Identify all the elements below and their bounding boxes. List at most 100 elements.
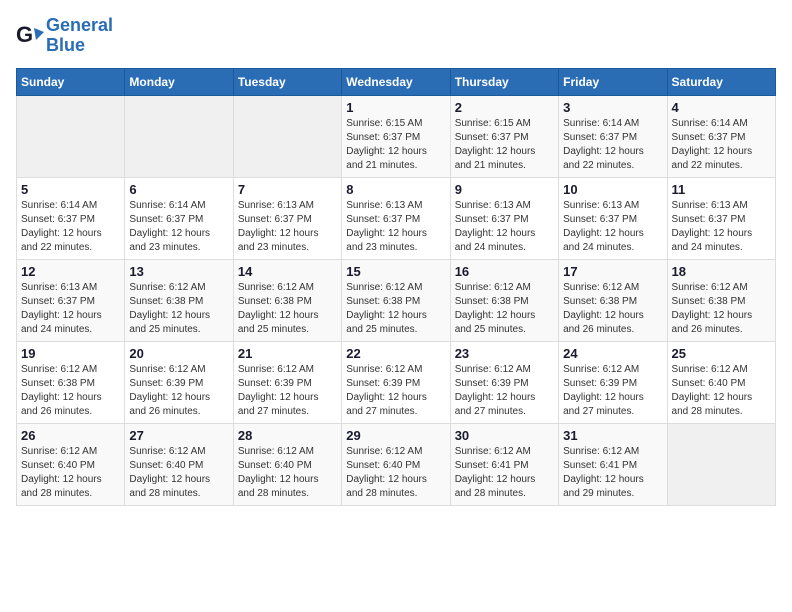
calendar-cell: 8 Sunrise: 6:13 AMSunset: 6:37 PMDaylight… bbox=[342, 177, 450, 259]
day-info: Sunrise: 6:12 AMSunset: 6:41 PMDaylight:… bbox=[563, 445, 662, 501]
day-number: 9 bbox=[455, 182, 554, 197]
day-number: 17 bbox=[563, 264, 662, 279]
day-info: Sunrise: 6:13 AMSunset: 6:37 PMDaylight:… bbox=[21, 281, 120, 337]
calendar-cell: 10 Sunrise: 6:13 AMSunset: 6:37 PMDayligh… bbox=[559, 177, 667, 259]
logo-text: GeneralBlue bbox=[46, 16, 113, 56]
day-info: Sunrise: 6:12 AMSunset: 6:39 PMDaylight:… bbox=[129, 363, 228, 419]
day-info: Sunrise: 6:12 AMSunset: 6:38 PMDaylight:… bbox=[238, 281, 337, 337]
day-info: Sunrise: 6:13 AMSunset: 6:37 PMDaylight:… bbox=[455, 199, 554, 255]
weekday-friday: Friday bbox=[559, 68, 667, 95]
day-number: 14 bbox=[238, 264, 337, 279]
day-number: 23 bbox=[455, 346, 554, 361]
day-number: 27 bbox=[129, 428, 228, 443]
day-info: Sunrise: 6:14 AMSunset: 6:37 PMDaylight:… bbox=[672, 117, 771, 173]
day-number: 31 bbox=[563, 428, 662, 443]
calendar-cell bbox=[125, 95, 233, 177]
calendar-week-3: 12Sunrise: 6:13 AMSunset: 6:37 PMDayligh… bbox=[17, 259, 776, 341]
logo: G GeneralBlue bbox=[16, 16, 113, 56]
calendar-cell: 6 Sunrise: 6:14 AMSunset: 6:37 PMDaylight… bbox=[125, 177, 233, 259]
day-number: 7 bbox=[238, 182, 337, 197]
calendar-cell bbox=[667, 423, 775, 505]
day-number: 10 bbox=[563, 182, 662, 197]
calendar-cell: 2 Sunrise: 6:15 AMSunset: 6:37 PMDaylight… bbox=[450, 95, 558, 177]
day-info: Sunrise: 6:12 AMSunset: 6:41 PMDaylight:… bbox=[455, 445, 554, 501]
weekday-thursday: Thursday bbox=[450, 68, 558, 95]
day-number: 28 bbox=[238, 428, 337, 443]
day-info: Sunrise: 6:12 AMSunset: 6:38 PMDaylight:… bbox=[21, 363, 120, 419]
day-info: Sunrise: 6:12 AMSunset: 6:38 PMDaylight:… bbox=[563, 281, 662, 337]
calendar-cell: 11Sunrise: 6:13 AMSunset: 6:37 PMDayligh… bbox=[667, 177, 775, 259]
calendar-week-4: 19 Sunrise: 6:12 AMSunset: 6:38 PMDayligh… bbox=[17, 341, 776, 423]
day-number: 4 bbox=[672, 100, 771, 115]
weekday-tuesday: Tuesday bbox=[233, 68, 341, 95]
day-info: Sunrise: 6:12 AMSunset: 6:40 PMDaylight:… bbox=[21, 445, 120, 501]
day-info: Sunrise: 6:14 AMSunset: 6:37 PMDaylight:… bbox=[21, 199, 120, 255]
day-number: 25 bbox=[672, 346, 771, 361]
svg-text:G: G bbox=[16, 22, 33, 47]
calendar-week-2: 5 Sunrise: 6:14 AMSunset: 6:37 PMDaylight… bbox=[17, 177, 776, 259]
day-number: 16 bbox=[455, 264, 554, 279]
day-info: Sunrise: 6:12 AMSunset: 6:38 PMDaylight:… bbox=[672, 281, 771, 337]
calendar-cell: 20 Sunrise: 6:12 AMSunset: 6:39 PMDayligh… bbox=[125, 341, 233, 423]
calendar-cell: 25 Sunrise: 6:12 AMSunset: 6:40 PMDayligh… bbox=[667, 341, 775, 423]
calendar-cell: 18 Sunrise: 6:12 AMSunset: 6:38 PMDayligh… bbox=[667, 259, 775, 341]
calendar-week-1: 1Sunrise: 6:15 AMSunset: 6:37 PMDaylight… bbox=[17, 95, 776, 177]
calendar-cell: 16 Sunrise: 6:12 AMSunset: 6:38 PMDayligh… bbox=[450, 259, 558, 341]
calendar-cell: 15Sunrise: 6:12 AMSunset: 6:38 PMDayligh… bbox=[342, 259, 450, 341]
day-info: Sunrise: 6:12 AMSunset: 6:40 PMDaylight:… bbox=[672, 363, 771, 419]
day-info: Sunrise: 6:12 AMSunset: 6:38 PMDaylight:… bbox=[455, 281, 554, 337]
weekday-header-row: SundayMondayTuesdayWednesdayThursdayFrid… bbox=[17, 68, 776, 95]
calendar-cell: 12Sunrise: 6:13 AMSunset: 6:37 PMDayligh… bbox=[17, 259, 125, 341]
day-number: 22 bbox=[346, 346, 445, 361]
calendar-week-5: 26 Sunrise: 6:12 AMSunset: 6:40 PMDayligh… bbox=[17, 423, 776, 505]
weekday-saturday: Saturday bbox=[667, 68, 775, 95]
day-info: Sunrise: 6:12 AMSunset: 6:39 PMDaylight:… bbox=[563, 363, 662, 419]
day-info: Sunrise: 6:13 AMSunset: 6:37 PMDaylight:… bbox=[238, 199, 337, 255]
day-number: 18 bbox=[672, 264, 771, 279]
day-number: 26 bbox=[21, 428, 120, 443]
day-number: 3 bbox=[563, 100, 662, 115]
day-info: Sunrise: 6:12 AMSunset: 6:39 PMDaylight:… bbox=[346, 363, 445, 419]
day-number: 21 bbox=[238, 346, 337, 361]
day-info: Sunrise: 6:14 AMSunset: 6:37 PMDaylight:… bbox=[129, 199, 228, 255]
weekday-wednesday: Wednesday bbox=[342, 68, 450, 95]
calendar-cell: 27Sunrise: 6:12 AMSunset: 6:40 PMDayligh… bbox=[125, 423, 233, 505]
calendar-body: 1Sunrise: 6:15 AMSunset: 6:37 PMDaylight… bbox=[17, 95, 776, 505]
day-info: Sunrise: 6:15 AMSunset: 6:37 PMDaylight:… bbox=[455, 117, 554, 173]
day-info: Sunrise: 6:13 AMSunset: 6:37 PMDaylight:… bbox=[563, 199, 662, 255]
day-number: 6 bbox=[129, 182, 228, 197]
calendar-cell: 31 Sunrise: 6:12 AMSunset: 6:41 PMDayligh… bbox=[559, 423, 667, 505]
day-info: Sunrise: 6:12 AMSunset: 6:38 PMDaylight:… bbox=[346, 281, 445, 337]
day-info: Sunrise: 6:14 AMSunset: 6:37 PMDaylight:… bbox=[563, 117, 662, 173]
calendar-header: SundayMondayTuesdayWednesdayThursdayFrid… bbox=[17, 68, 776, 95]
logo-icon: G bbox=[16, 22, 44, 50]
day-info: Sunrise: 6:12 AMSunset: 6:40 PMDaylight:… bbox=[346, 445, 445, 501]
calendar-cell: 29 Sunrise: 6:12 AMSunset: 6:40 PMDayligh… bbox=[342, 423, 450, 505]
calendar-cell: 19 Sunrise: 6:12 AMSunset: 6:38 PMDayligh… bbox=[17, 341, 125, 423]
day-number: 13 bbox=[129, 264, 228, 279]
day-number: 8 bbox=[346, 182, 445, 197]
calendar-cell: 28 Sunrise: 6:12 AMSunset: 6:40 PMDayligh… bbox=[233, 423, 341, 505]
calendar-cell: 21 Sunrise: 6:12 AMSunset: 6:39 PMDayligh… bbox=[233, 341, 341, 423]
day-number: 24 bbox=[563, 346, 662, 361]
day-number: 29 bbox=[346, 428, 445, 443]
day-number: 5 bbox=[21, 182, 120, 197]
page-header: G GeneralBlue bbox=[16, 16, 776, 56]
day-info: Sunrise: 6:13 AMSunset: 6:37 PMDaylight:… bbox=[346, 199, 445, 255]
day-info: Sunrise: 6:12 AMSunset: 6:40 PMDaylight:… bbox=[238, 445, 337, 501]
day-number: 20 bbox=[129, 346, 228, 361]
day-info: Sunrise: 6:12 AMSunset: 6:39 PMDaylight:… bbox=[238, 363, 337, 419]
calendar-cell: 17 Sunrise: 6:12 AMSunset: 6:38 PMDayligh… bbox=[559, 259, 667, 341]
calendar-cell: 13Sunrise: 6:12 AMSunset: 6:38 PMDayligh… bbox=[125, 259, 233, 341]
calendar-cell: 5 Sunrise: 6:14 AMSunset: 6:37 PMDaylight… bbox=[17, 177, 125, 259]
weekday-sunday: Sunday bbox=[17, 68, 125, 95]
calendar-cell: 22 Sunrise: 6:12 AMSunset: 6:39 PMDayligh… bbox=[342, 341, 450, 423]
day-number: 2 bbox=[455, 100, 554, 115]
calendar-cell: 3 Sunrise: 6:14 AMSunset: 6:37 PMDaylight… bbox=[559, 95, 667, 177]
calendar-cell: 7 Sunrise: 6:13 AMSunset: 6:37 PMDaylight… bbox=[233, 177, 341, 259]
weekday-monday: Monday bbox=[125, 68, 233, 95]
day-number: 19 bbox=[21, 346, 120, 361]
calendar-cell: 1Sunrise: 6:15 AMSunset: 6:37 PMDaylight… bbox=[342, 95, 450, 177]
calendar-cell bbox=[233, 95, 341, 177]
day-number: 30 bbox=[455, 428, 554, 443]
